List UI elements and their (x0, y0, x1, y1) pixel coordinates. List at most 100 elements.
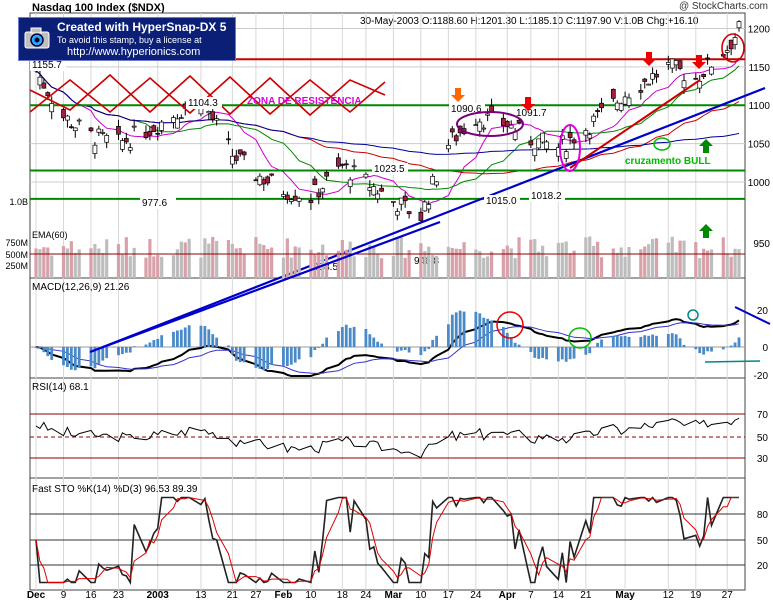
stamp-link[interactable]: http://www.hyperionics.com (67, 46, 200, 58)
volume-bar (254, 237, 258, 278)
uptrend-line-macd (89, 220, 441, 354)
macd-histogram-bar (313, 347, 317, 351)
candle-down (45, 92, 51, 97)
macd-histogram-bar (643, 335, 647, 347)
candle-down (265, 176, 271, 184)
macd-histogram-bar (702, 347, 706, 355)
candle-up (422, 201, 428, 212)
copyright: @ StockCharts.com (679, 1, 768, 12)
macd-histogram-bar (651, 334, 654, 347)
stochastic-label: Fast STO %K(14) %D(3) 96.53 89.39 (32, 484, 198, 495)
volume-bar (336, 250, 341, 278)
candle-up (477, 121, 483, 132)
macd-histogram-bar (729, 345, 733, 347)
macd-histogram-bar (282, 347, 285, 366)
volume-bar (120, 253, 125, 278)
x-tick-label: 7 (528, 590, 534, 601)
macd-histogram-bar (568, 347, 572, 360)
candle-down (88, 127, 94, 132)
volume-bar (152, 256, 156, 278)
candle-down (693, 77, 699, 80)
volume-bar (313, 253, 317, 278)
volume-bar (179, 241, 183, 278)
candle-up (288, 199, 294, 202)
macd-histogram-bar (34, 347, 38, 348)
candle-up (281, 194, 286, 197)
volume-bar (203, 238, 207, 278)
candle-down (241, 151, 247, 156)
macd-histogram-bar (179, 329, 183, 347)
volume-bar (187, 238, 191, 278)
candle-down (528, 140, 534, 146)
volume-bar (372, 247, 376, 278)
candle-up (473, 124, 479, 127)
macd-histogram-bar (368, 334, 372, 347)
candle-up (367, 187, 373, 191)
candle-up (430, 176, 436, 185)
volume-bar (207, 243, 211, 278)
volume-bar (144, 257, 148, 278)
macd-histogram-bar (321, 343, 325, 347)
candle-up (363, 173, 369, 178)
candle-down (210, 111, 216, 120)
stochastic-tick-label: 80 (757, 510, 769, 521)
candle-down (285, 194, 290, 200)
macd-histogram-bar (372, 337, 376, 347)
x-tick-label: 2003 (147, 590, 170, 601)
volume-bar (285, 238, 289, 278)
candle-down (261, 179, 267, 185)
candle-down (489, 105, 494, 112)
candle-up (426, 204, 432, 210)
macd-support-line (704, 360, 761, 363)
volume-bar (105, 239, 109, 278)
x-tick-label: Dec (27, 590, 46, 601)
candle-down (324, 171, 329, 177)
candle-down (642, 78, 648, 82)
volume-bar (705, 250, 710, 278)
macd-histogram-bar (482, 317, 486, 347)
chart-title: Nasdaq 100 Index ($NDX) (32, 2, 165, 14)
candle-up (446, 144, 451, 150)
candle-down (599, 102, 604, 109)
volume-bar (199, 257, 203, 278)
x-tick-label: 13 (195, 590, 207, 601)
price-tick-label: 950 (753, 239, 770, 250)
macd-histogram-bar (101, 347, 105, 361)
candle-up (296, 198, 302, 202)
macd-histogram-bar (431, 340, 435, 347)
macd-histogram-bar (203, 326, 207, 347)
candle-down (61, 109, 66, 119)
volume-bar (69, 241, 73, 278)
macd-histogram-bar (721, 347, 725, 350)
volume-bar (541, 245, 545, 278)
volume-bar (380, 258, 384, 278)
candle-down (501, 117, 506, 127)
macd-histogram-bar (132, 346, 136, 347)
macd-histogram-bar (289, 347, 293, 365)
volume-bar (238, 247, 242, 278)
candle-down (701, 74, 707, 77)
bull-crossover-label: cruzamento BULL (625, 156, 711, 167)
volume-bar (517, 237, 521, 278)
price-label: 1091.7 (516, 108, 547, 119)
price-label: 1015.0 (486, 196, 517, 207)
volume-bar (446, 246, 450, 278)
rsi-tick-label: 30 (757, 454, 769, 465)
x-tick-label: 24 (470, 590, 482, 601)
macd-histogram-bar (77, 347, 81, 368)
moving-average-200 (35, 70, 740, 155)
volume-bar (42, 247, 46, 278)
macd-histogram-bar (627, 336, 631, 347)
macd-histogram-bar (121, 347, 124, 355)
x-tick-label: 23 (113, 590, 125, 601)
volume-bar (560, 242, 564, 278)
volume-bar (670, 236, 674, 278)
volume-bar (513, 258, 517, 278)
volume-bar (454, 248, 458, 278)
candle-down (504, 121, 510, 128)
stamp-line-1: Created with HyperSnap-DX 5 (57, 20, 227, 34)
volume-bar (678, 240, 682, 278)
macd-signal-line (35, 322, 740, 374)
volume-bar (572, 250, 576, 278)
volume-bar (462, 242, 466, 278)
